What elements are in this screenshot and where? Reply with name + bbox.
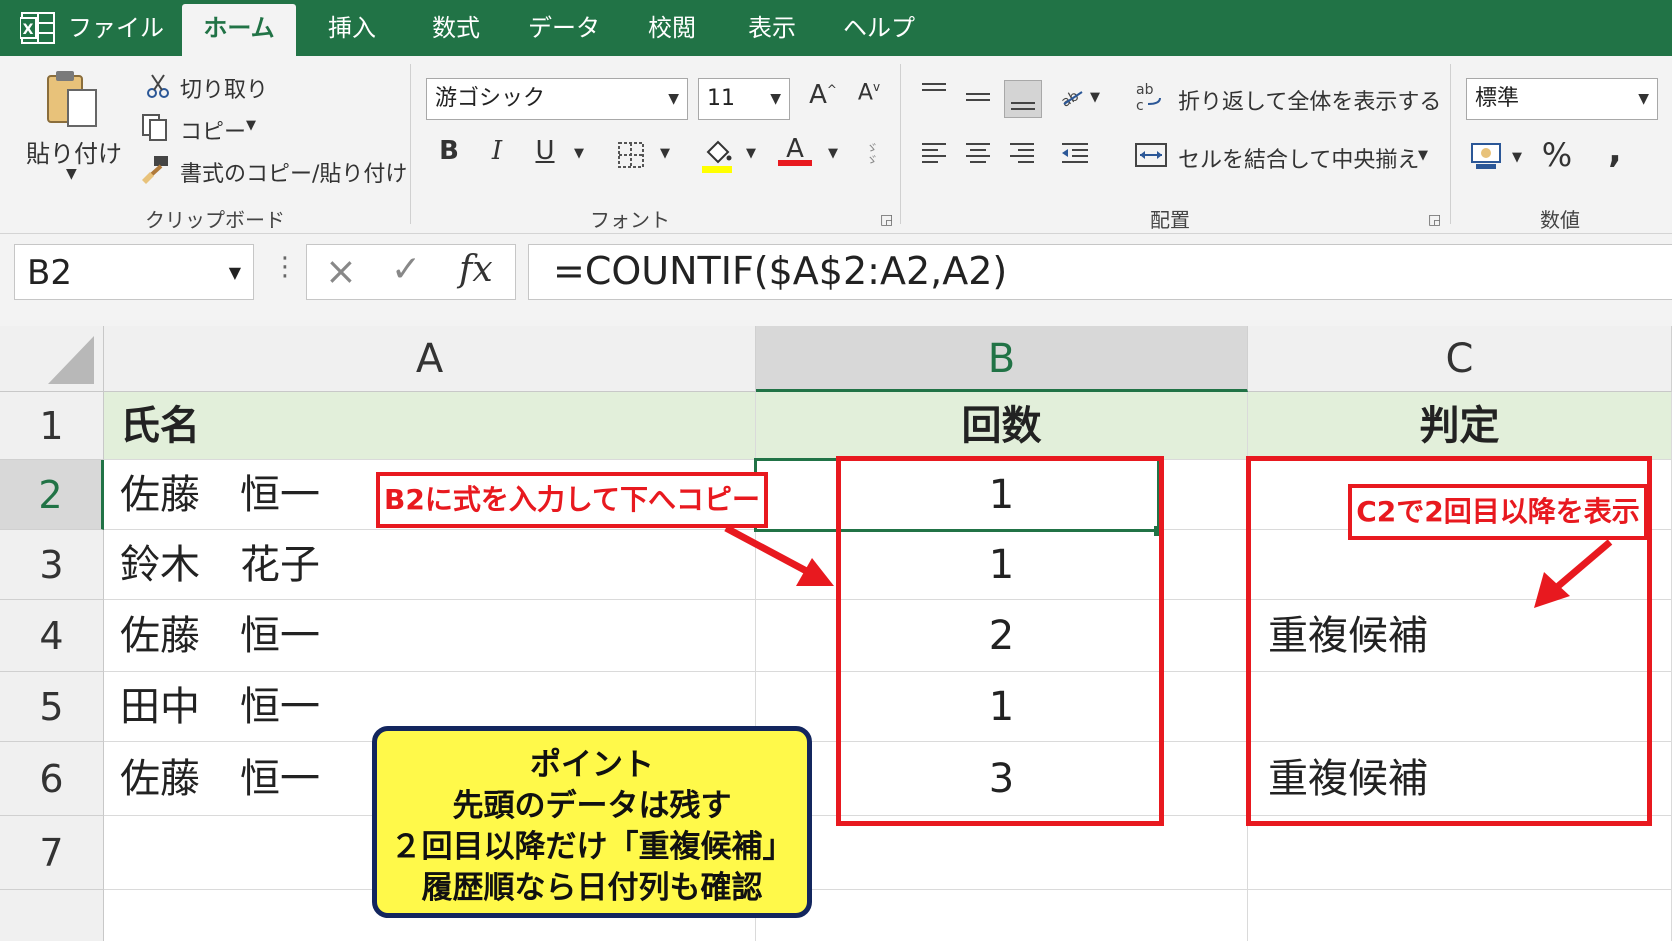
copy-button[interactable]: コピー bbox=[180, 114, 246, 146]
alignment-group-label: 配置 bbox=[1150, 208, 1190, 232]
tab-view[interactable]: 表示 bbox=[730, 0, 814, 56]
bold-button[interactable]: B bbox=[434, 136, 464, 166]
font-color-button[interactable]: A bbox=[778, 134, 812, 166]
tip-note-title: ポイント bbox=[530, 747, 654, 783]
excel-logo-icon: X bbox=[19, 10, 56, 46]
chevron-down-icon: ▼ bbox=[770, 91, 781, 107]
scissors-icon[interactable] bbox=[144, 72, 172, 100]
align-bottom-icon[interactable] bbox=[1004, 80, 1042, 118]
paste-icon[interactable] bbox=[40, 68, 106, 132]
percent-style-button[interactable]: % bbox=[1540, 136, 1574, 174]
tip-note-line: 履歴順なら日付列も確認 bbox=[421, 870, 763, 906]
tip-note-line: 先頭のデータは残す bbox=[452, 788, 732, 824]
number-group-label: 数値 bbox=[1540, 208, 1580, 232]
chevron-down-icon: ▼ bbox=[1638, 91, 1649, 107]
borders-icon[interactable] bbox=[616, 140, 646, 170]
number-format-select[interactable]: 標準 ▼ bbox=[1466, 78, 1658, 120]
align-top-icon[interactable] bbox=[918, 78, 950, 106]
tab-data[interactable]: データ bbox=[514, 0, 614, 56]
fill-color-icon[interactable] bbox=[700, 136, 734, 174]
format-painter-icon[interactable] bbox=[140, 154, 172, 184]
ribbon-home: 貼り付け ▼ 切り取り コピー ▼ 書式のコピー/貼り付け クリップボード 游ゴ… bbox=[0, 56, 1672, 234]
cut-button[interactable]: 切り取り bbox=[180, 72, 268, 104]
align-left-icon[interactable] bbox=[918, 138, 950, 166]
grow-font-button[interactable]: A^ bbox=[808, 80, 838, 110]
enter-icon[interactable]: ✓ bbox=[391, 249, 421, 290]
font-name-select[interactable]: 游ゴシック ▼ bbox=[426, 78, 688, 120]
number-format-value: 標準 bbox=[1475, 86, 1520, 111]
formula-text: =COUNTIF($A$2:A2,A2) bbox=[553, 249, 1008, 293]
phonetic-guide-icon[interactable]: ゞゞ bbox=[866, 142, 878, 166]
tab-home[interactable]: ホーム bbox=[182, 4, 296, 56]
align-center-icon[interactable] bbox=[962, 138, 994, 166]
merge-dropdown-icon[interactable]: ▼ bbox=[1418, 148, 1428, 163]
chevron-down-icon: ▼ bbox=[228, 263, 241, 282]
orientation-dropdown-icon[interactable]: ▼ bbox=[1090, 90, 1100, 105]
borders-dropdown-icon[interactable]: ▼ bbox=[660, 146, 670, 161]
font-size-value: 11 bbox=[707, 86, 735, 111]
chevron-down-icon: ▼ bbox=[668, 91, 679, 107]
underline-button[interactable]: U bbox=[530, 136, 560, 166]
formula-bar: B2 ▼ ⋮ × ✓ fx =COUNTIF($A$2:A2,A2) bbox=[0, 234, 1672, 326]
svg-text:ab: ab bbox=[1136, 82, 1154, 98]
merge-center-icon[interactable] bbox=[1134, 140, 1168, 170]
paste-dropdown-icon[interactable]: ▼ bbox=[66, 166, 77, 182]
font-dialog-launcher-icon[interactable]: ◲ bbox=[880, 212, 893, 228]
tab-help[interactable]: ヘルプ bbox=[832, 0, 926, 56]
svg-text:X: X bbox=[23, 22, 34, 38]
cancel-icon[interactable]: × bbox=[325, 249, 357, 293]
merge-center-button[interactable]: セルを結合して中央揃え bbox=[1178, 142, 1419, 174]
align-right-icon[interactable] bbox=[1006, 138, 1038, 166]
formula-input[interactable]: =COUNTIF($A$2:A2,A2) bbox=[528, 244, 1672, 300]
excel-window: X ファイル ホーム 挿入 数式 データ 校閲 表示 ヘルプ 貼り付け ▼ 切り… bbox=[0, 0, 1672, 941]
svg-text:c: c bbox=[1136, 98, 1144, 114]
font-group-label: フォント bbox=[590, 208, 670, 232]
shrink-font-button[interactable]: Av bbox=[854, 80, 884, 105]
decrease-indent-icon[interactable] bbox=[1058, 138, 1092, 166]
callout-arrows bbox=[724, 524, 1613, 608]
name-box[interactable]: B2 ▼ bbox=[14, 244, 254, 300]
underline-dropdown-icon[interactable]: ▼ bbox=[574, 146, 584, 161]
ribbon-separator bbox=[900, 64, 901, 224]
formula-bar-grip-icon: ⋮ bbox=[272, 252, 298, 282]
clipboard-group-label: クリップボード bbox=[145, 208, 285, 232]
font-name-value: 游ゴシック bbox=[435, 86, 546, 111]
italic-button[interactable]: I bbox=[482, 136, 512, 166]
worksheet-grid: A B C 1 2 3 4 5 6 7 氏名 回数 判定 佐藤 恒一 1 鈴木 … bbox=[0, 326, 1672, 941]
grow-font-label: A bbox=[809, 80, 827, 110]
orientation-icon[interactable]: ab bbox=[1058, 82, 1088, 111]
wrap-text-button[interactable]: 折り返して全体を表示する bbox=[1178, 84, 1441, 116]
arrow-to-column-c bbox=[1553, 539, 1613, 591]
tab-file[interactable]: ファイル bbox=[66, 0, 166, 56]
shrink-font-label: A bbox=[857, 80, 873, 106]
ribbon-separator bbox=[1450, 64, 1451, 224]
font-color-label: A bbox=[786, 134, 804, 164]
formula-buttons: × ✓ fx bbox=[306, 244, 516, 300]
arrow-to-column-b bbox=[724, 524, 814, 578]
font-size-select[interactable]: 11 ▼ bbox=[698, 78, 790, 120]
copy-dropdown-icon[interactable]: ▼ bbox=[246, 118, 256, 133]
insert-function-icon[interactable]: fx bbox=[459, 249, 493, 290]
tip-note-line: ２回目以降だけ「重複候補」 bbox=[390, 829, 794, 865]
accounting-format-icon[interactable] bbox=[1470, 140, 1506, 172]
tip-note: ポイント 先頭のデータは残す ２回目以降だけ「重複候補」 履歴順なら日付列も確認 bbox=[372, 726, 812, 918]
accounting-dropdown-icon[interactable]: ▼ bbox=[1512, 150, 1522, 165]
format-painter-button[interactable]: 書式のコピー/貼り付け bbox=[180, 156, 407, 188]
ribbon-separator bbox=[410, 64, 411, 224]
wrap-text-icon[interactable]: ab c bbox=[1134, 80, 1164, 114]
align-middle-icon[interactable] bbox=[962, 84, 994, 112]
copy-icon[interactable] bbox=[140, 112, 170, 142]
fill-color-dropdown-icon[interactable]: ▼ bbox=[746, 146, 756, 161]
comma-style-button[interactable]: , bbox=[1600, 130, 1630, 171]
tab-formulas[interactable]: 数式 bbox=[414, 0, 498, 56]
tab-insert[interactable]: 挿入 bbox=[310, 0, 394, 56]
ribbon-tab-bar: X ファイル ホーム 挿入 数式 データ 校閲 表示 ヘルプ bbox=[0, 0, 1672, 56]
paste-button[interactable]: 貼り付け bbox=[26, 134, 122, 169]
name-box-value: B2 bbox=[27, 253, 72, 293]
alignment-dialog-launcher-icon[interactable]: ◲ bbox=[1428, 212, 1441, 228]
font-color-dropdown-icon[interactable]: ▼ bbox=[828, 146, 838, 161]
tab-review[interactable]: 校閲 bbox=[630, 0, 714, 56]
